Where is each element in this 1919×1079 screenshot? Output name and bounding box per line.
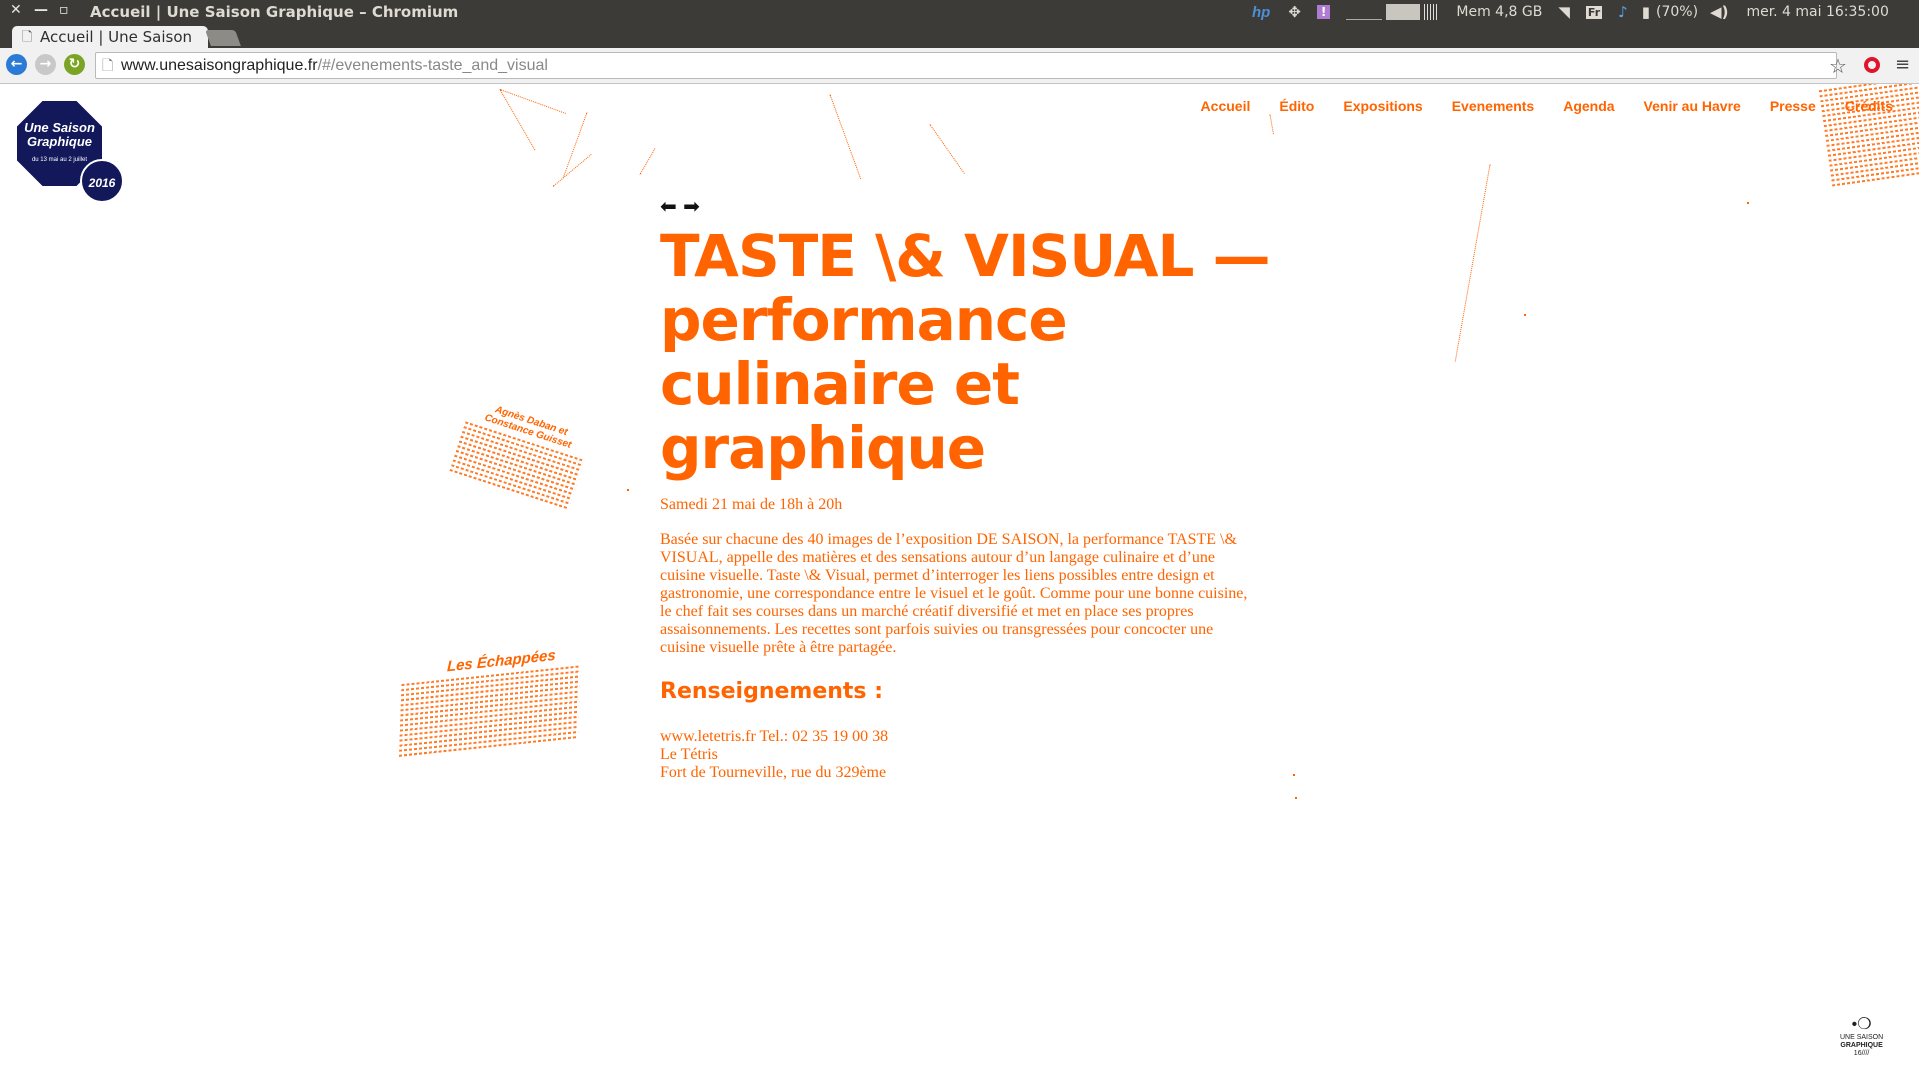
nav-presse[interactable]: Presse (1770, 98, 1816, 114)
decor-speck (1293, 774, 1295, 776)
url-path: /#/evenements-taste_and_visual (317, 57, 548, 74)
os-top-panel: ✕ — ▫ Accueil | Une Saison Graphique – C… (0, 0, 1919, 24)
menu-icon[interactable]: ≡ (1895, 54, 1910, 75)
logo-line1: Une Saison (24, 120, 95, 135)
decor-paper-2: Les Échappées (398, 644, 581, 760)
notification-icon[interactable]: ! (1316, 5, 1331, 19)
decor-line (552, 153, 592, 187)
memory-indicator: Mem 4,8 GB (1456, 4, 1543, 20)
prev-next-arrows[interactable]: ⬅ ➡ (660, 194, 700, 218)
reload-icon[interactable]: ↻ (64, 54, 85, 75)
clock[interactable]: mer. 4 mai 16:35:00 (1746, 4, 1888, 20)
contact-website-phone[interactable]: www.letetris.fr Tel.: 02 35 19 00 38 (660, 728, 888, 746)
url-host: www.unesaisongraphique.fr (121, 57, 318, 74)
opera-icon[interactable] (1864, 57, 1880, 73)
contact-block: www.letetris.fr Tel.: 02 35 19 00 38 Le … (660, 728, 888, 782)
nav-accueil[interactable]: Accueil (1201, 98, 1251, 114)
tab-title: Accueil | Une Saison (40, 28, 193, 46)
nav-credits[interactable]: Crédits (1845, 98, 1893, 114)
nav-edito[interactable]: Édito (1279, 98, 1314, 114)
event-description: Basée sur chacune des 40 images de l’exp… (660, 531, 1248, 656)
web-page: Agnès Daban et Constance Guisset Les Éch… (0, 84, 1919, 1079)
bell-icon[interactable]: ♪ (1618, 3, 1628, 21)
system-tray: hp ✥ ! Mem 4,8 GB ◥ Fr ♪ ▮ (70%) ◀) mer.… (1252, 0, 1889, 24)
decor-speck (1747, 202, 1749, 204)
logo-line2: Graphique (26, 134, 92, 149)
nav-expositions[interactable]: Expositions (1343, 98, 1422, 114)
browser-toolbar: ← → ↻ 🗋 www.unesaisongraphique.fr/#/even… (0, 48, 1919, 84)
footer-logo-mark-icon: •❍ (1851, 1016, 1872, 1033)
nav-agenda[interactable]: Agenda (1563, 98, 1614, 114)
footer-logo-line1: UNE SAISON (1840, 1034, 1884, 1041)
nav-venir-au-havre[interactable]: Venir au Havre (1644, 98, 1741, 114)
cpu-graph-icon (1346, 5, 1383, 20)
decor-line (499, 89, 566, 114)
dropbox-icon[interactable]: ✥ (1288, 3, 1301, 21)
close-icon[interactable]: ✕ (10, 2, 22, 18)
info-heading: Renseignements : (660, 679, 883, 704)
main-nav: Accueil Édito Expositions Evenements Age… (1172, 98, 1893, 114)
decor-line (929, 124, 965, 174)
memory-graph-icon (1386, 4, 1421, 20)
maximize-icon[interactable]: ▫ (59, 2, 69, 18)
contact-address: Fort de Tourneville, rue du 329ème (660, 764, 887, 781)
wifi-icon[interactable]: ◥ (1558, 3, 1570, 21)
volume-icon[interactable]: ◀) (1710, 3, 1728, 21)
address-bar[interactable]: 🗋 www.unesaisongraphique.fr/#/evenements… (95, 52, 1837, 79)
decor-line (499, 89, 536, 151)
event-title: TASTE \& VISUAL — performance culinaire … (660, 222, 1271, 482)
decor-speck (1295, 797, 1297, 799)
decor-speck (627, 489, 629, 491)
keyboard-icon[interactable]: Fr (1585, 5, 1603, 19)
hp-icon[interactable]: hp (1252, 4, 1270, 21)
nav-evenements[interactable]: Evenements (1452, 98, 1534, 114)
back-icon[interactable]: ← (6, 54, 27, 75)
browser-tab[interactable]: 🗋 Accueil | Une Saison (12, 26, 208, 48)
contact-venue: Le Tétris (660, 746, 718, 763)
battery-icon[interactable]: ▮ (1642, 3, 1650, 21)
decor-line (1454, 164, 1491, 362)
decor-speck (1524, 314, 1526, 316)
page-icon: 🗋 (22, 30, 33, 45)
tab-strip: 🗋 Accueil | Une Saison (0, 24, 1919, 48)
decor-line (639, 148, 656, 175)
logo-year: 2016 (80, 159, 124, 203)
decor-line (829, 94, 862, 180)
window-title: Accueil | Une Saison Graphique – Chromiu… (90, 3, 459, 21)
decor-line (1269, 114, 1274, 135)
net-graph-icon (1424, 4, 1439, 20)
battery-level: (70%) (1655, 4, 1699, 20)
page-icon: 🗋 (102, 57, 114, 73)
footer-logo-line3: 16//// (1853, 1050, 1870, 1057)
decor-paper-1: Agnès Daban et Constance Guisset (449, 397, 593, 513)
footer-logo[interactable]: •❍ UNE SAISON GRAPHIQUE 16//// (1840, 1016, 1883, 1058)
footer-logo-line2: GRAPHIQUE (1840, 1042, 1883, 1049)
minimize-icon[interactable]: — (34, 2, 48, 18)
star-icon[interactable]: ☆ (1829, 54, 1847, 78)
forward-icon[interactable]: → (35, 54, 56, 75)
event-date: Samedi 21 mai de 18h à 20h (660, 496, 843, 513)
new-tab-button[interactable] (205, 30, 241, 46)
